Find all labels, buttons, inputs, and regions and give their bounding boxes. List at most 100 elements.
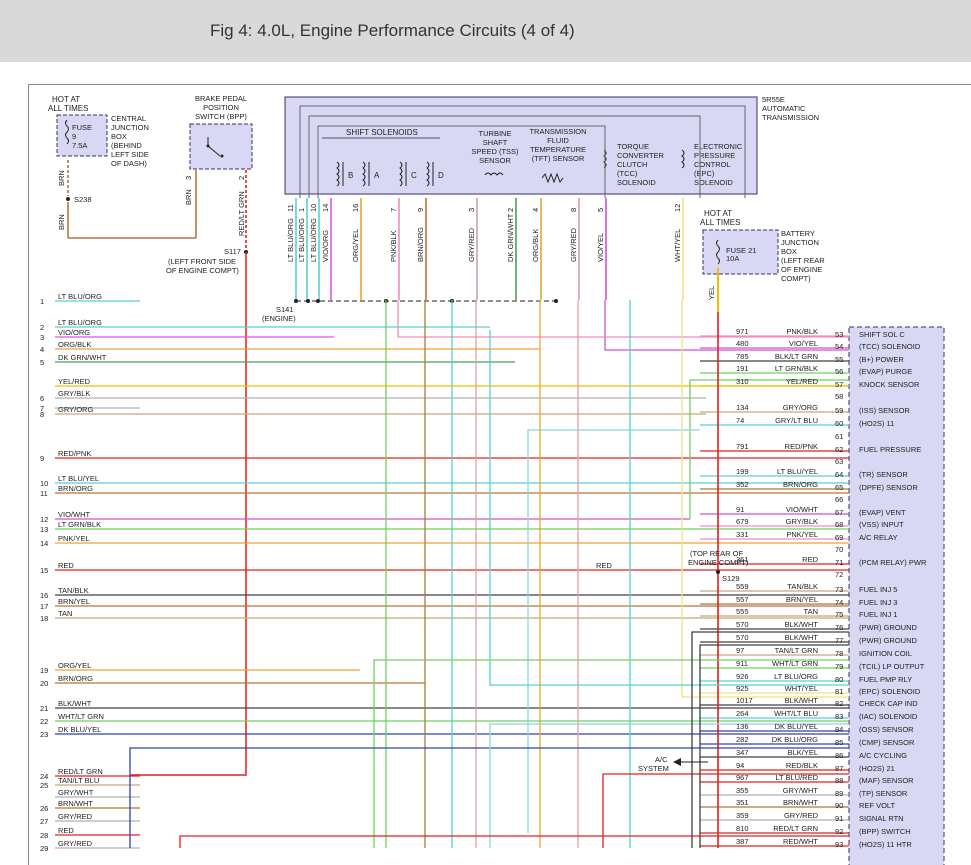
solenoid-letter: C [411,171,417,180]
row-number: 14 [40,539,48,548]
connector-pin-number: 12 [673,204,682,212]
diagram-text: SPEED (TSS) [471,147,519,156]
pcm-pin-description: (HO2S) 11 HTR [859,840,912,849]
pcm-pin-number: 86 [835,751,843,760]
circuit-number: 94 [736,761,744,770]
pcm-pin-number: 82 [835,699,843,708]
diagram-text: TRANSMISSION [529,127,586,136]
bpp-wire-label: RED/LT GRN [237,191,246,236]
circuit-number: 74 [736,416,744,425]
row-number: 21 [40,704,48,713]
diagram-text: SWITCH (BPP) [195,112,247,121]
pcm-wire-label: BRN/WHT [783,798,818,807]
row-wire-label: LT GRN/BLK [58,520,101,529]
diagram-text: TEMPERATURE [530,145,586,154]
row-number: 15 [40,566,48,575]
pcm-pin-description: (PCM RELAY) PWR [859,558,927,567]
pcm-pin-number: 62 [835,445,843,454]
circuit-number: 679 [736,517,749,526]
s141-dot [316,299,320,303]
circuit-number: 785 [736,352,749,361]
pcm-pin-description: FUEL PRESSURE [859,445,921,454]
connector-wire-label: VIO/ORG [321,230,330,262]
pcm-pin-number: 59 [835,406,843,415]
row-number: 8 [40,410,44,419]
connector-pin-number: 11 [286,204,295,212]
lt-grn-wire [689,379,849,519]
pcm-pin-number: 90 [835,801,843,810]
pcm-pin-description: (PWR) GROUND [859,636,917,645]
pcm-wire-label: TAN [804,607,818,616]
connector-pin-number: 14 [321,204,330,212]
circuit-number: 570 [736,633,749,642]
row-wire-label: GRY/RED [58,812,93,821]
diagram-text: CONVERTER [617,151,665,160]
pcm-wire-label: RED/LT GRN [773,824,818,833]
row-wire-label: ORG/BLK [58,340,91,349]
ac-system-label: SYSTEM [638,764,669,773]
bpp-wire-label: BRN [184,189,193,205]
pcm-pin-description: IGNITION COIL [859,649,912,658]
row-wire-label: TAN [58,609,72,618]
row-wire-label: GRY/ORG [58,405,93,414]
row-number: 22 [40,717,48,726]
circuit-number: 480 [736,339,749,348]
pcm-pin-number: 87 [835,764,843,773]
pcm-wire-label: BLK/LT GRN [775,352,818,361]
ac-system-label: A/C [655,755,668,764]
row-wire-label: RED [58,561,74,570]
connector-wire-label: LT BLU/ORG [286,218,295,262]
circuit-number: 264 [736,709,749,718]
row-wire-label: GRY/RED [58,839,93,848]
diagram-text: SOLENOID [617,178,656,187]
transmission-label: 5R55EAUTOMATICTRANSMISSION [762,95,819,122]
row-number: 19 [40,666,48,675]
row-wire-label: LT BLU/YEL [58,474,99,483]
diagram-text: FLUID [547,136,569,145]
brake-pedal-position-switch [189,123,253,170]
diagram-text: TORQUE [617,142,649,151]
pcm-pin-number: 57 [835,380,843,389]
hot-at-all-times-label-1: HOT AT ALL TIMES [48,95,88,113]
connector-wire-label: PNK/BLK [389,230,398,262]
row-wire-label: DK BLU/YEL [58,725,101,734]
diagram-text: SENSOR [479,156,511,165]
splice-label: (ENGINE) [262,314,296,323]
circuit-number: 282 [736,735,749,744]
pcm-wire-label: LT BLU/RED [775,773,818,782]
connector-pin-number: 16 [351,204,360,212]
connector-wire-label: DK GRN/WHT [506,213,515,262]
row-number: 25 [40,781,48,790]
s141-dot [294,299,298,303]
pcm-wire-label: TAN/LT GRN [775,646,818,655]
solenoid-letter: A [374,171,380,180]
pcm-pin-description: SHIFT SOL C [859,330,905,339]
diagram-text: CLUTCH [617,160,647,169]
diagram-text: BOX [111,132,127,141]
row-wire-label: BLK/WHT [58,699,92,708]
pcm-pin-description: FUEL INJ 1 [859,610,897,619]
pcm-pin-description: (DPFE) SENSOR [859,483,918,492]
s141-dot [554,299,558,303]
pcm-wire-label: BRN/YEL [786,595,818,604]
pcm-pin-number: 66 [835,495,843,504]
row-number: 5 [40,358,44,367]
pcm-wire-label: RED/PNK [785,442,818,451]
row-number: 20 [40,679,48,688]
pnk-blk-wire [397,300,849,338]
row-number: 1 [40,297,44,306]
diagram-text: JUNCTION [111,123,149,132]
pcm-pin-number: 56 [835,367,843,376]
pcm-pin-number: 63 [835,457,843,466]
pcm-pin-number: 79 [835,662,843,671]
battery-junction-box-label: BATTERYJUNCTIONBOX(LEFT REAROF ENGINECOM… [781,229,825,283]
connector-pin-number: 7 [389,208,398,212]
pcm-wire-label: DK BLU/ORG [772,735,818,744]
pcm-pin-description: A/C RELAY [859,533,898,542]
bpp-pin-number: 2 [237,176,246,180]
diagram-text: (EPC) [694,169,715,178]
circuit-number: 347 [736,748,749,757]
pcm-pin-number: 71 [835,558,843,567]
wire-label: BRN [57,170,66,186]
tft-sensor-label: TRANSMISSIONFLUIDTEMPERATURE(TFT) SENSOR [529,127,586,163]
